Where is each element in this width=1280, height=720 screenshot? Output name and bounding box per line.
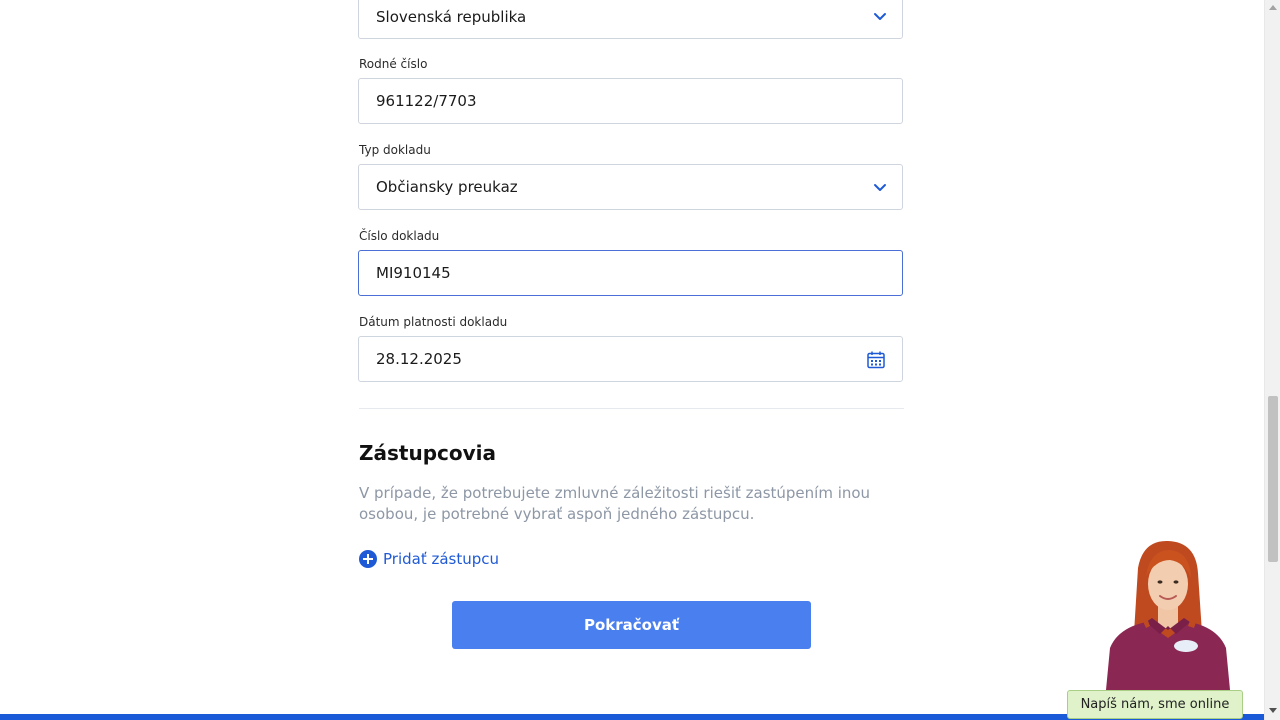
- representatives-title: Zástupcovia: [359, 441, 497, 465]
- document-validity-label: Dátum platnosti dokladu: [359, 315, 508, 329]
- document-type-label: Typ dokladu: [359, 143, 431, 157]
- document-number-input[interactable]: MI910145: [358, 250, 903, 296]
- document-number-label: Číslo dokladu: [359, 229, 440, 243]
- representatives-description: V prípade, že potrebujete zmluvné záleži…: [359, 484, 871, 523]
- country-select-value: Slovenská republika: [376, 8, 527, 26]
- section-divider: [359, 408, 904, 409]
- birth-number-input[interactable]: 961122/7703: [358, 78, 903, 124]
- chevron-down-icon: [874, 184, 886, 191]
- chevron-down-icon: [874, 13, 886, 20]
- add-representative-label: Pridať zástupcu: [383, 550, 500, 568]
- page-scrollbar[interactable]: [1264, 0, 1280, 720]
- continue-button[interactable]: Pokračovať: [452, 601, 811, 649]
- add-representative-link[interactable]: Pridať zástupcu: [359, 548, 499, 570]
- chat-agent-avatar[interactable]: [1098, 538, 1238, 690]
- birth-number-label: Rodné číslo: [359, 57, 428, 71]
- document-type-select[interactable]: Občiansky preukaz: [358, 164, 903, 210]
- document-validity-value: 28.12.2025: [376, 350, 462, 368]
- scroll-up-arrow-icon[interactable]: [1269, 5, 1277, 10]
- document-number-value: MI910145: [376, 264, 451, 282]
- birth-number-value: 961122/7703: [376, 92, 477, 110]
- scroll-thumb[interactable]: [1268, 396, 1278, 562]
- scroll-down-arrow-icon[interactable]: [1269, 708, 1277, 713]
- document-validity-input[interactable]: 28.12.2025: [358, 336, 903, 382]
- document-type-value: Občiansky preukaz: [376, 178, 518, 196]
- plus-circle-icon: [359, 550, 377, 568]
- page: Slovenská republika Rodné číslo 961122/7…: [0, 0, 1280, 720]
- chat-online-badge[interactable]: Napíš nám, sme online: [1067, 690, 1243, 719]
- calendar-icon[interactable]: [866, 350, 886, 370]
- country-select[interactable]: Slovenská republika: [358, 0, 903, 39]
